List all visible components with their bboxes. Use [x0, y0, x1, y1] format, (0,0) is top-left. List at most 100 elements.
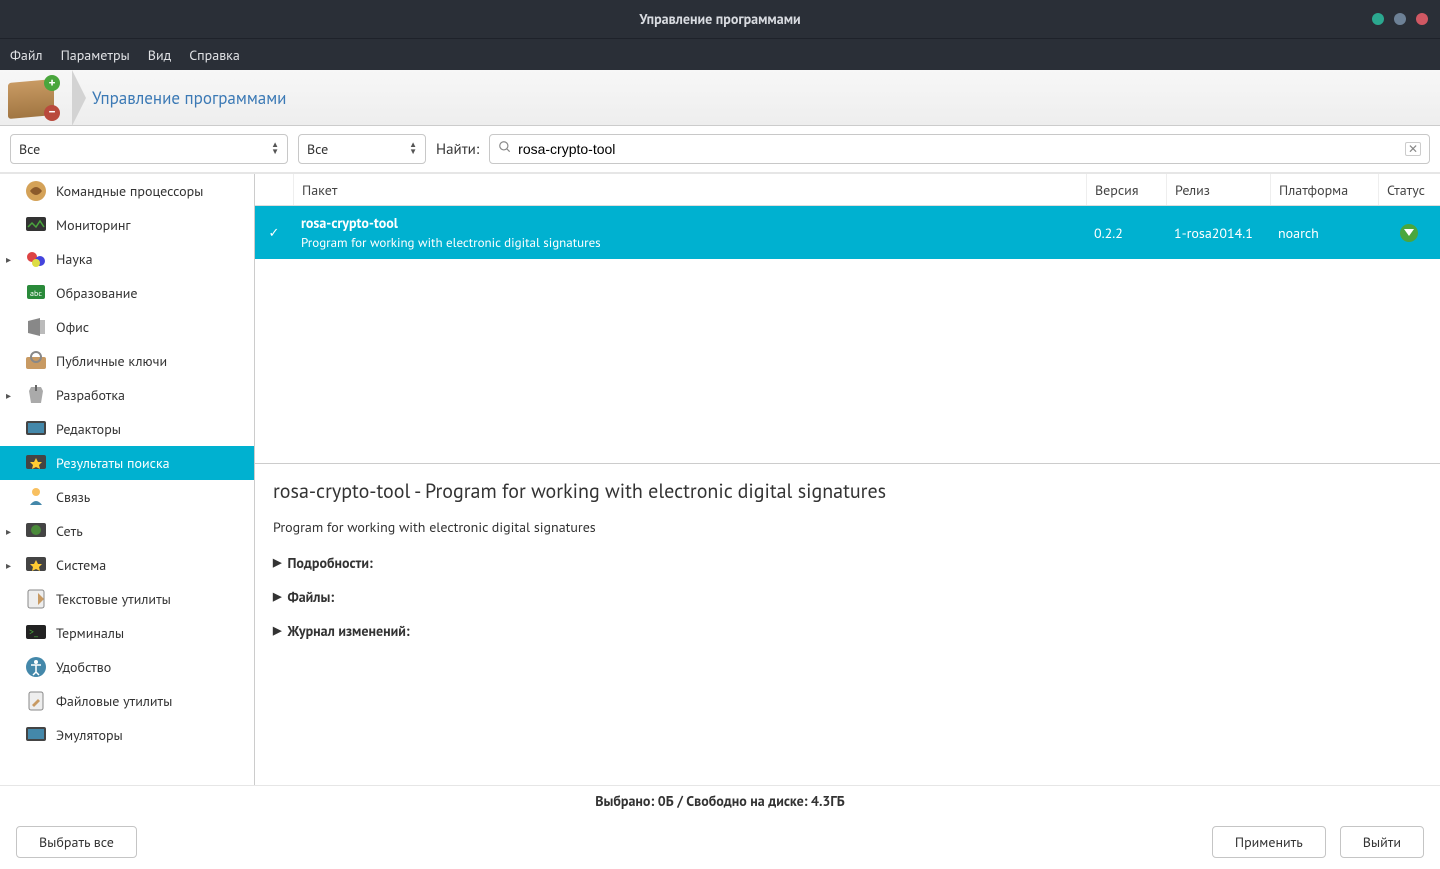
sidebar-item[interactable]: ▸Командные процессоры [0, 174, 254, 208]
sidebar[interactable]: ▸Командные процессоры▸Мониторинг▸Наука▸a… [0, 174, 255, 785]
filter-category-dropdown[interactable]: Все ▲▼ [10, 134, 288, 164]
terminal-icon: >_ [22, 619, 50, 647]
app-icon: + − [8, 75, 70, 121]
select-all-button[interactable]: Выбрать все [16, 826, 137, 858]
exit-button[interactable]: Выйти [1340, 826, 1424, 858]
menu-help[interactable]: Справка [189, 46, 240, 64]
close-button[interactable] [1416, 13, 1428, 25]
section-changelog-toggle[interactable]: ▶Журнал изменений: [273, 622, 1422, 640]
sidebar-item[interactable]: ▸Файловые утилиты [0, 684, 254, 718]
section-files-toggle[interactable]: ▶Файлы: [273, 588, 1422, 606]
sidebar-item-label: Публичные ключи [56, 352, 167, 370]
package-platform: noarch [1270, 224, 1378, 242]
sidebar-item-label: Мониторинг [56, 216, 131, 234]
svg-text:>_: >_ [29, 625, 39, 638]
minimize-button[interactable] [1372, 13, 1384, 25]
sidebar-item[interactable]: ▸Офис [0, 310, 254, 344]
chevron-updown-icon: ▲▼ [409, 142, 417, 156]
clear-search-button[interactable]: ✕ [1405, 142, 1421, 156]
detail-pane: rosa-crypto-tool - Program for working w… [255, 464, 1440, 785]
button-row: Выбрать все Применить Выйти [0, 815, 1440, 869]
sidebar-item[interactable]: ▸ Разработка [0, 378, 254, 412]
detail-description: Program for working with electronic digi… [273, 518, 1422, 536]
sidebar-item-label: Командные процессоры [56, 182, 203, 200]
apply-button[interactable]: Применить [1212, 826, 1326, 858]
triangle-right-icon: ▶ [273, 556, 281, 570]
education-icon: abc [22, 279, 50, 307]
sidebar-item[interactable]: ▸ Система [0, 548, 254, 582]
expander-icon[interactable]: ▸ [6, 525, 16, 538]
sidebar-item-label: Текстовые утилиты [56, 590, 171, 608]
sidebar-item[interactable]: ▸Эмуляторы [0, 718, 254, 752]
col-header-platform[interactable]: Платформа [1270, 174, 1378, 205]
sidebar-item[interactable]: ▸Результаты поиска [0, 446, 254, 480]
sidebar-item-label: Разработка [56, 386, 125, 404]
network-icon [22, 517, 50, 545]
sidebar-item[interactable]: ▸Текстовые утилиты [0, 582, 254, 616]
sidebar-item[interactable]: ▸Удобство [0, 650, 254, 684]
sidebar-item-label: Удобство [56, 658, 111, 676]
main-area: ▸Командные процессоры▸Мониторинг▸Наука▸a… [0, 173, 1440, 785]
sidebar-item[interactable]: ▸abcОбразование [0, 276, 254, 310]
emulators-icon [22, 721, 50, 749]
sidebar-item[interactable]: ▸Мониторинг [0, 208, 254, 242]
search-box: ✕ [489, 134, 1430, 164]
sidebar-item[interactable]: ▸ Сеть [0, 514, 254, 548]
file-util-icon [22, 687, 50, 715]
package-list: Пакет Версия Релиз Платформа Статус ✓ ro… [255, 174, 1440, 464]
package-name: rosa-crypto-tool [301, 214, 1086, 232]
col-header-release[interactable]: Релиз [1166, 174, 1270, 205]
expander-icon[interactable]: ▸ [6, 559, 16, 572]
search-label: Найти: [436, 140, 479, 159]
sidebar-item-label: Эмуляторы [56, 726, 123, 744]
sidebar-item[interactable]: ▸>_Терминалы [0, 616, 254, 650]
install-icon [1400, 224, 1418, 242]
sidebar-item-label: Редакторы [56, 420, 121, 438]
keys-icon [22, 347, 50, 375]
window-controls [1372, 13, 1428, 25]
statusbar: Выбрано: 0Б / Свободно на диске: 4.3ГБ [0, 785, 1440, 815]
breadcrumb-arrow [72, 70, 86, 126]
col-header-package[interactable]: Пакет [293, 174, 1086, 205]
package-row[interactable]: ✓ rosa-crypto-tool Program for working w… [255, 206, 1440, 259]
sidebar-item-label: Результаты поиска [56, 454, 170, 472]
window-title: Управление программами [639, 10, 800, 28]
sidebar-item-label: Система [56, 556, 106, 574]
section-details-toggle[interactable]: ▶Подробности: [273, 554, 1422, 572]
content-area: Пакет Версия Релиз Платформа Статус ✓ ro… [255, 174, 1440, 785]
checkmark-icon[interactable]: ✓ [269, 224, 280, 241]
accessibility-icon [22, 653, 50, 681]
package-table-header: Пакет Версия Релиз Платформа Статус [255, 174, 1440, 206]
sidebar-item[interactable]: ▸Наука [0, 242, 254, 276]
sidebar-item-label: Терминалы [56, 624, 124, 642]
menu-view[interactable]: Вид [148, 46, 171, 64]
sidebar-item[interactable]: ▸Связь [0, 480, 254, 514]
office-icon [22, 313, 50, 341]
sidebar-item-label: Файловые утилиты [56, 692, 172, 710]
expander-icon[interactable]: ▸ [6, 253, 16, 266]
statusbar-text: Выбрано: 0Б / Свободно на диске: 4.3ГБ [595, 792, 844, 810]
triangle-right-icon: ▶ [273, 624, 281, 638]
menubar: Файл Параметры Вид Справка [0, 38, 1440, 70]
sidebar-item[interactable]: ▸Публичные ключи [0, 344, 254, 378]
search-input[interactable] [518, 141, 1399, 157]
col-header-status[interactable]: Статус [1378, 174, 1440, 205]
sidebar-item-label: Образование [56, 284, 138, 302]
sidebar-item-label: Связь [56, 488, 90, 506]
sidebar-item-label: Сеть [56, 522, 83, 540]
menu-parameters[interactable]: Параметры [61, 46, 130, 64]
breadcrumb-title[interactable]: Управление программами [92, 87, 286, 109]
detail-title: rosa-crypto-tool - Program for working w… [273, 478, 1422, 504]
maximize-button[interactable] [1394, 13, 1406, 25]
menu-file[interactable]: Файл [10, 46, 43, 64]
monitor-icon [22, 211, 50, 239]
titlebar: Управление программами [0, 0, 1440, 38]
filter-scope-dropdown[interactable]: Все ▲▼ [298, 134, 426, 164]
dev-icon [22, 381, 50, 409]
filter-scope-value: Все [307, 140, 328, 158]
package-desc: Program for working with electronic digi… [301, 234, 1086, 251]
package-release: 1-rosa2014.1 [1166, 224, 1270, 242]
sidebar-item[interactable]: ▸Редакторы [0, 412, 254, 446]
expander-icon[interactable]: ▸ [6, 389, 16, 402]
col-header-version[interactable]: Версия [1086, 174, 1166, 205]
